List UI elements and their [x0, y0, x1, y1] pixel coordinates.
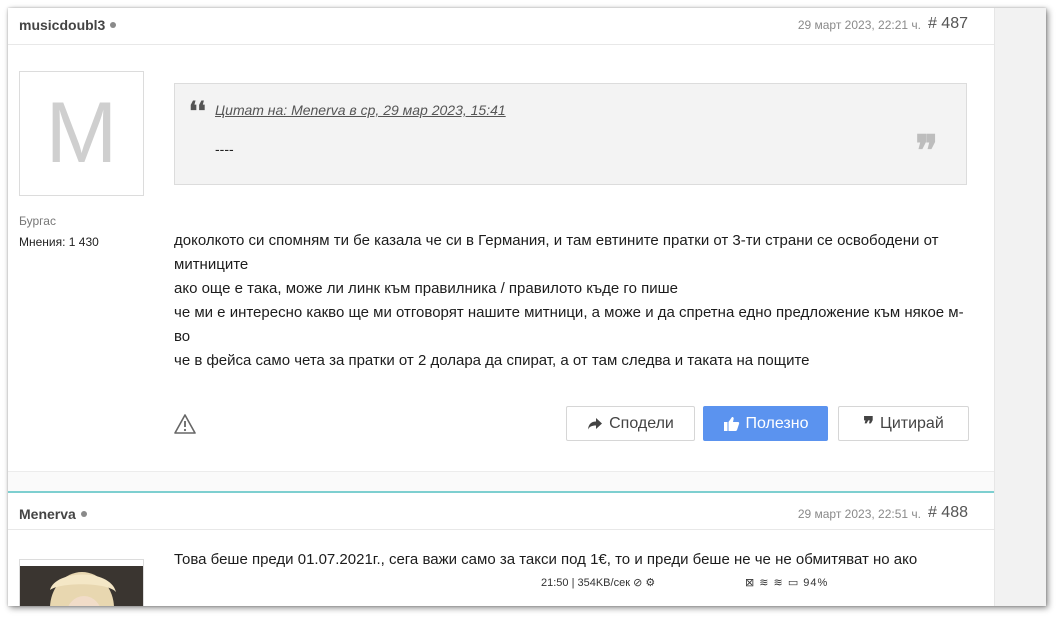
cut-off-text: · · ·: [568, 600, 591, 606]
status-dot-icon: [80, 511, 87, 518]
quote-source-link[interactable]: Цитат на: Menerva в ср, 29 мар 2023, 15:…: [215, 102, 506, 118]
post-author[interactable]: musicdoubl3: [19, 17, 117, 33]
thumbs-up-icon: [723, 416, 739, 431]
quote-text: ----: [215, 141, 234, 157]
post-line: че ми е интересно какво ще ми отговорят …: [174, 304, 964, 345]
user-post-count: Мнения: 1 430: [19, 235, 99, 249]
quote-icon: ❞: [863, 411, 874, 436]
post-number-link[interactable]: # 488: [928, 504, 968, 522]
quote-block: ❛❛ Цитат на: Menerva в ср, 29 мар 2023, …: [174, 83, 967, 185]
post-line: ако още е така, може ли линк към правилн…: [174, 280, 678, 297]
status-dot-icon: [110, 22, 117, 29]
user-location: Бургас: [19, 214, 56, 228]
share-label: Сподели: [609, 414, 674, 432]
report-warning-icon[interactable]: [174, 413, 196, 435]
post-line: доколкото си спомням ти бе казала че си …: [174, 232, 939, 273]
post-author[interactable]: Menerva: [19, 506, 87, 522]
quote-close-icon: ❞: [915, 126, 938, 175]
post-number-link[interactable]: # 487: [928, 15, 968, 33]
status-icons: ⊠ ≋ ≋ ▭ 94%: [745, 577, 829, 589]
avatar[interactable]: M: [19, 71, 144, 196]
status-time-speed: 21:50 | 354KB/сек ⊘ ⚙: [541, 577, 656, 589]
phone-status-bar: 21:50 | 354KB/сек ⊘ ⚙ ⊠ ≋ ≋ ▭ 94%: [8, 574, 994, 590]
browser-frame: musicdoubl3 29 март 2023, 22:21 ч. # 487…: [8, 8, 1046, 606]
post-body: Това беше преди 01.07.2021г., сега важи …: [174, 551, 918, 568]
post-date: 29 март 2023, 22:21 ч.: [797, 18, 921, 32]
post-header: Menerva 29 март 2023, 22:51 ч. # 488: [8, 493, 994, 530]
post-date: 29 март 2023, 22:51 ч.: [797, 507, 921, 521]
quote-button[interactable]: ❞ Цитирай: [838, 406, 969, 441]
quote-label: Цитирай: [879, 414, 944, 432]
post-line: че в фейса само чета за пратки от 2 дола…: [174, 352, 810, 369]
share-arrow-icon: [588, 417, 603, 429]
forum-thread: musicdoubl3 29 март 2023, 22:21 ч. # 487…: [8, 8, 995, 606]
useful-label: Полезно: [745, 414, 809, 432]
post-header: musicdoubl3 29 март 2023, 22:21 ч. # 487: [8, 8, 994, 45]
quote-open-icon: ❛❛: [189, 97, 206, 127]
post-body: доколкото си спомням ти бе казала че си …: [174, 229, 974, 373]
share-button[interactable]: Сподели: [566, 406, 695, 441]
post-separator: [8, 471, 994, 492]
useful-button[interactable]: Полезно: [703, 406, 828, 441]
